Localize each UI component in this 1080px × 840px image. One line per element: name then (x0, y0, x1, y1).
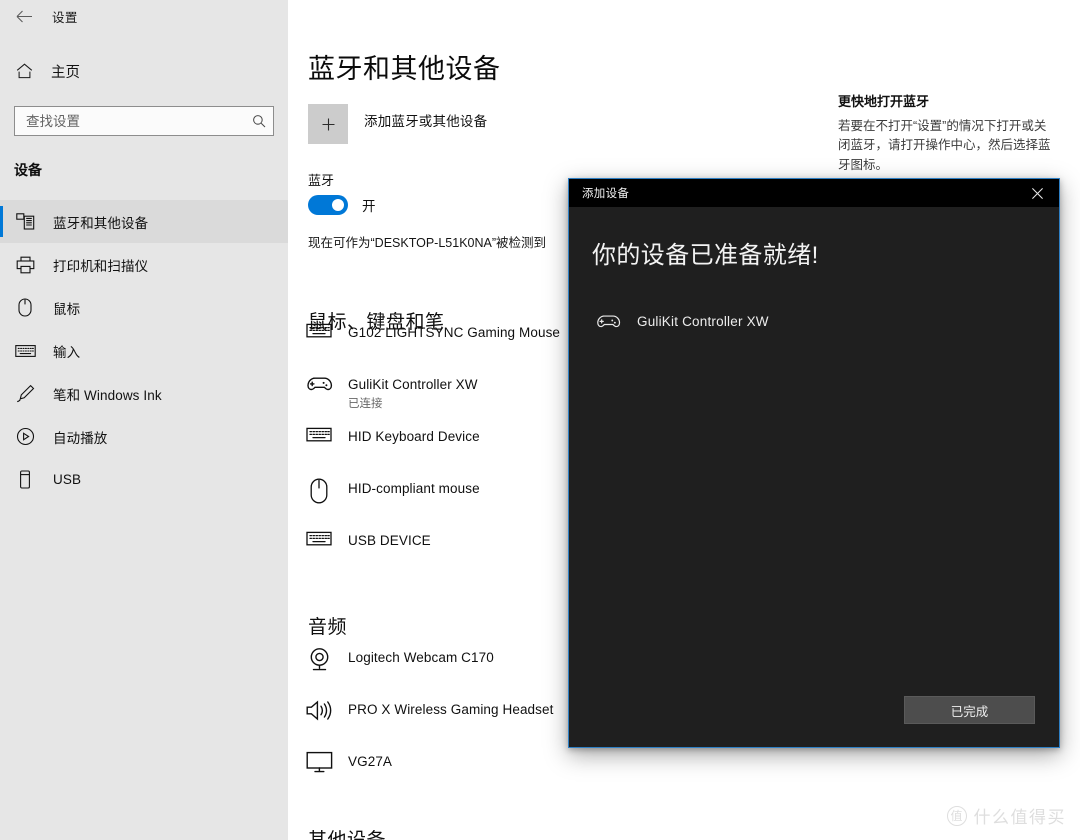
device-name: Logitech Webcam C170 (348, 650, 494, 665)
bluetooth-devices-icon (14, 213, 36, 230)
sidebar-item-label: 输入 (53, 341, 80, 361)
help-title: 更快地打开蓝牙 (838, 91, 1053, 110)
sidebar-item-label: 蓝牙和其他设备 (53, 212, 148, 232)
autoplay-icon (14, 427, 36, 446)
group-title-other: 其他设备 (308, 825, 386, 840)
sidebar-item-label: 自动播放 (53, 427, 107, 447)
sidebar-item-usb[interactable]: USB (0, 458, 288, 501)
bluetooth-toggle-state: 开 (362, 195, 376, 215)
list-item[interactable]: USB DEVICE (302, 526, 560, 578)
dialog-heading: 你的设备已准备就绪! (592, 235, 1059, 270)
gamepad-icon (302, 370, 336, 393)
device-name: HID-compliant mouse (348, 481, 480, 496)
device-name: PRO X Wireless Gaming Headset (348, 702, 553, 717)
sidebar-item-home[interactable]: 主页 (0, 54, 288, 88)
speaker-icon (302, 695, 336, 722)
sidebar-item-home-label: 主页 (51, 61, 80, 82)
plus-icon (308, 104, 348, 144)
window-titlebar-left: 设置 (0, 0, 288, 32)
gamepad-icon (593, 312, 623, 330)
settings-window: 设置 主页 设备 (0, 0, 1080, 840)
group-title-audio: 音频 (308, 612, 347, 639)
device-name: USB DEVICE (348, 533, 431, 548)
sidebar-item-pen-windows-ink[interactable]: 笔和 Windows Ink (0, 372, 288, 415)
help-body: 若要在不打开“设置”的情况下打开或关闭蓝牙，请打开操作中心，然后选择蓝牙图标。 (838, 117, 1053, 175)
sidebar-item-printers[interactable]: 打印机和扫描仪 (0, 243, 288, 286)
device-name: VG27A (348, 754, 392, 769)
keyboard-icon (302, 526, 336, 547)
close-icon[interactable] (1015, 179, 1059, 207)
sidebar-item-label: 打印机和扫描仪 (53, 255, 148, 275)
add-device-label: 添加蓝牙或其他设备 (364, 110, 487, 130)
list-item[interactable]: HID-compliant mouse (302, 474, 560, 526)
sidebar-item-label: USB (53, 472, 81, 487)
keyboard-icon (14, 344, 36, 358)
toggle-knob (332, 199, 344, 211)
done-button[interactable]: 已完成 (904, 696, 1035, 724)
sidebar-section-title: 设备 (14, 160, 288, 180)
device-name: GuliKit Controller XW (348, 377, 478, 392)
list-item[interactable]: VG27A (302, 747, 553, 799)
device-list-mouse: G102 LIGHTSYNC Gaming Mouse GuliKit Cont… (302, 318, 560, 578)
list-item[interactable]: PRO X Wireless Gaming Headset (302, 695, 553, 747)
bluetooth-toggle[interactable] (308, 195, 348, 215)
device-list-audio: Logitech Webcam C170 PRO X Wireless Gami… (302, 643, 553, 799)
device-name: HID Keyboard Device (348, 429, 480, 444)
add-device-dialog: 添加设备 你的设备已准备就绪! GuliKit Controller XW 已完… (568, 178, 1060, 748)
monitor-icon (302, 747, 336, 773)
usb-icon (14, 470, 36, 489)
sidebar-item-typing[interactable]: 输入 (0, 329, 288, 372)
sidebar: 设置 主页 设备 (0, 0, 288, 840)
watermark-mark: 值 (947, 806, 967, 826)
sidebar-nav: 蓝牙和其他设备 打印机和扫描仪 (0, 200, 288, 501)
page-title: 蓝牙和其他设备 (308, 47, 501, 86)
sidebar-item-label: 笔和 Windows Ink (53, 384, 162, 404)
mouse-icon (302, 474, 336, 504)
dialog-title: 添加设备 (582, 185, 629, 201)
sidebar-item-autoplay[interactable]: 自动播放 (0, 415, 288, 458)
add-device-button[interactable]: 添加蓝牙或其他设备 (308, 104, 487, 144)
bluetooth-toggle-row: 开 (308, 195, 376, 215)
webcam-icon (302, 643, 336, 672)
home-icon (14, 63, 34, 79)
dialog-titlebar: 添加设备 (569, 179, 1059, 207)
list-item[interactable]: HID Keyboard Device (302, 422, 560, 474)
search-box[interactable] (14, 106, 274, 136)
list-item[interactable]: G102 LIGHTSYNC Gaming Mouse (302, 318, 560, 370)
watermark: 值 什么值得买 (947, 803, 1067, 828)
app-title: 设置 (52, 7, 78, 26)
search-icon[interactable] (252, 114, 266, 128)
search-input[interactable] (26, 107, 252, 135)
sidebar-item-bluetooth[interactable]: 蓝牙和其他设备 (0, 200, 288, 243)
pen-icon (14, 384, 36, 403)
mouse-icon (14, 298, 36, 317)
device-status: 已连接 (348, 395, 478, 411)
watermark-text: 什么值得买 (974, 803, 1067, 828)
dialog-device-row: GuliKit Controller XW (593, 312, 1059, 330)
sidebar-item-mouse[interactable]: 鼠标 (0, 286, 288, 329)
list-item[interactable]: GuliKit Controller XW 已连接 (302, 370, 560, 422)
printer-icon (14, 256, 36, 274)
back-arrow-icon[interactable] (10, 2, 38, 30)
bluetooth-detect-text: 现在可作为“DESKTOP-L51K0NA”被检测到 (308, 232, 546, 251)
sidebar-item-label: 鼠标 (53, 298, 80, 318)
dialog-device-name: GuliKit Controller XW (637, 314, 769, 329)
list-item[interactable]: Logitech Webcam C170 (302, 643, 553, 695)
keyboard-icon (302, 422, 336, 443)
bluetooth-label: 蓝牙 (308, 170, 334, 189)
help-panel: 更快地打开蓝牙 若要在不打开“设置”的情况下打开或关闭蓝牙，请打开操作中心，然后… (838, 91, 1053, 175)
keyboard-icon (302, 318, 336, 339)
device-name: G102 LIGHTSYNC Gaming Mouse (348, 325, 560, 340)
